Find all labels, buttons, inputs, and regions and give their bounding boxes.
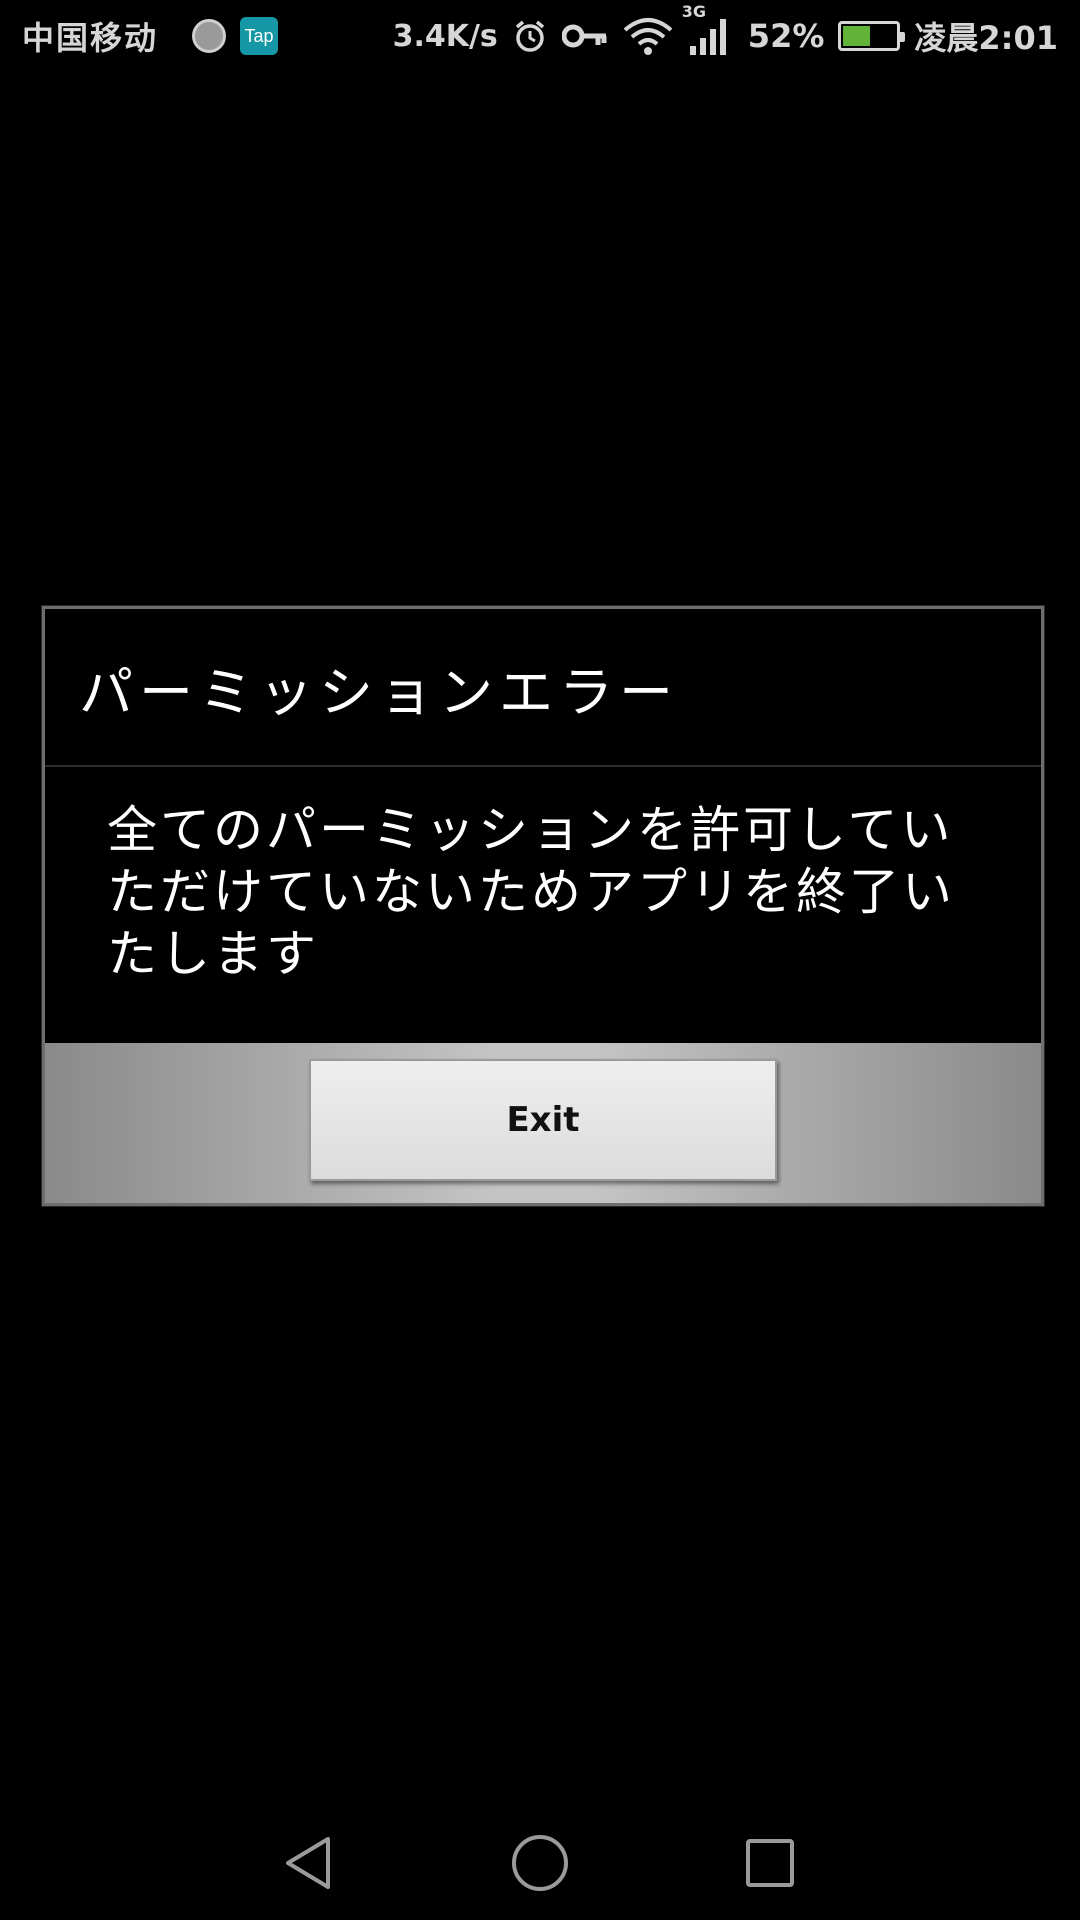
carrier-name: 中国移动: [22, 19, 159, 57]
key-icon: [561, 21, 608, 51]
dialog-footer: Exit: [45, 1043, 1041, 1203]
alarm-icon: [512, 18, 548, 54]
permission-error-dialog: パーミッションエラー 全てのパーミッションを許可していただけていないためアプリを…: [41, 605, 1045, 1207]
status-bar-left: 中国移动 Tap: [22, 13, 279, 59]
wifi-icon: [622, 16, 674, 56]
battery-level: [843, 26, 871, 46]
tap-icon: Tap: [240, 17, 279, 55]
dialog-header: パーミッションエラー: [45, 609, 1041, 767]
navigation-bar: [0, 1806, 1080, 1920]
screen: 中国移动 Tap 3.4K/s 3G 52% 凌晨2:01 パーミッションエラー…: [0, 0, 1080, 1920]
signal-icon: 3G: [682, 2, 734, 56]
exit-button-label: Exit: [506, 1100, 580, 1140]
exit-button[interactable]: Exit: [309, 1059, 777, 1181]
dialog-body: 全てのパーミッションを許可していただけていないためアプリを終了いたします: [45, 767, 1041, 1043]
battery-percent: 52%: [747, 17, 825, 55]
net-speed: 3.4K/s: [392, 18, 498, 54]
home-icon[interactable]: [500, 1823, 580, 1903]
network-type: 3G: [681, 2, 707, 21]
tap-icon-label: Tap: [244, 25, 274, 46]
dialog-title: パーミッションエラー: [79, 660, 679, 724]
battery-icon: [838, 21, 906, 51]
back-icon[interactable]: [270, 1823, 350, 1903]
recents-icon[interactable]: [730, 1823, 810, 1903]
dialog-message: 全てのパーミッションを許可していただけていないためアプリを終了いたします: [107, 801, 955, 983]
round-app-icon: [192, 19, 227, 53]
status-bar-right: 3.4K/s 3G 52% 凌晨2:01: [392, 2, 1058, 59]
clock: 凌晨2:01: [914, 19, 1058, 57]
status-bar: 中国移动 Tap 3.4K/s 3G 52% 凌晨2:01: [0, 0, 1080, 72]
